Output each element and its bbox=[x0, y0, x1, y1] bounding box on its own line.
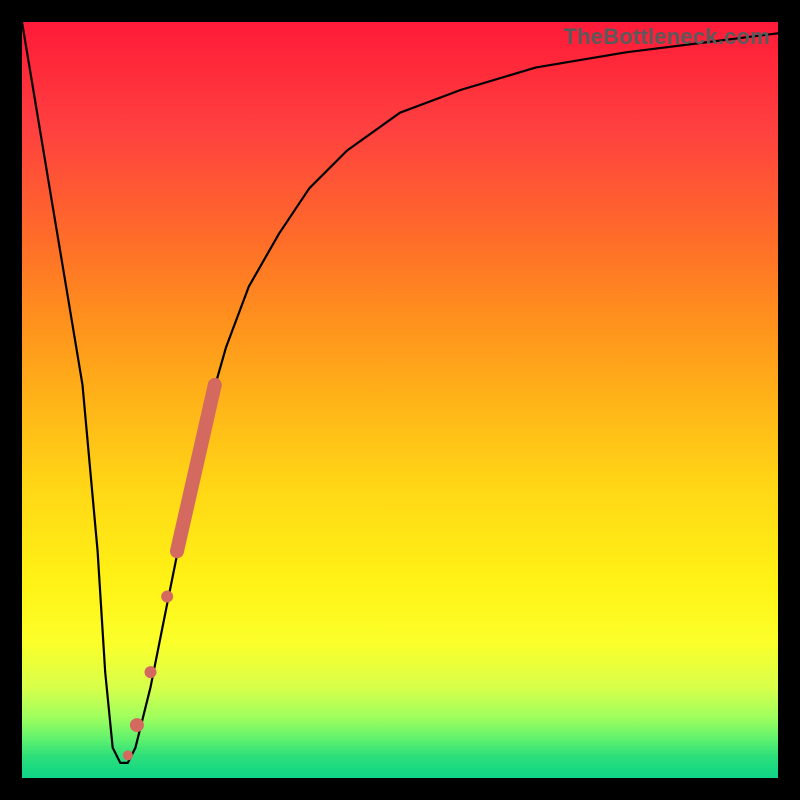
curve-layer bbox=[22, 22, 778, 778]
plot-area: TheBottleneck.com bbox=[22, 22, 778, 778]
highlight-segment bbox=[177, 385, 215, 551]
dot-3 bbox=[130, 718, 144, 732]
bottleneck-curve bbox=[22, 22, 778, 763]
chart-frame: TheBottleneck.com bbox=[0, 0, 800, 800]
dot-1 bbox=[161, 591, 173, 603]
dot-4 bbox=[123, 750, 133, 760]
watermark-text: TheBottleneck.com bbox=[564, 24, 770, 50]
dot-2 bbox=[145, 666, 157, 678]
